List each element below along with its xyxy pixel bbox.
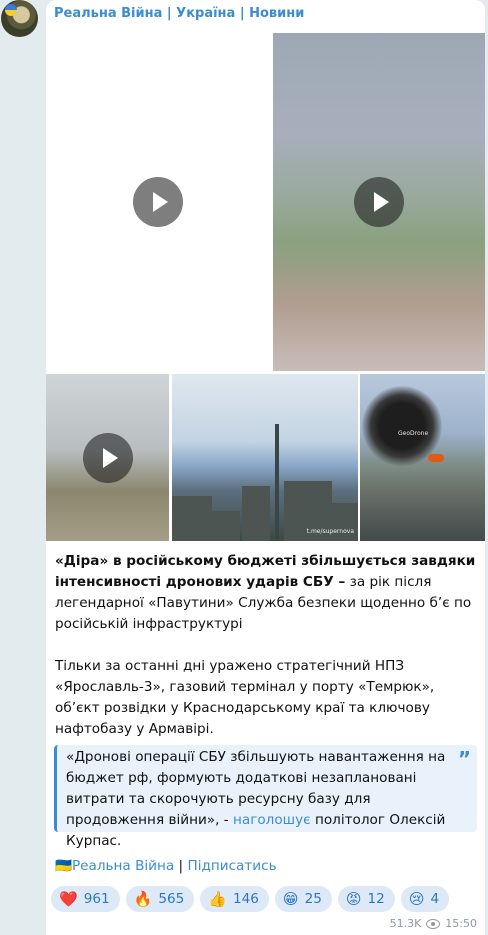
reaction-count: 12 (367, 891, 385, 907)
building-shape (242, 486, 270, 541)
quote-link[interactable]: наголошує (233, 812, 311, 828)
reaction-angry[interactable]: 😡 12 (337, 886, 395, 912)
reaction-cry[interactable]: 😢 4 (400, 886, 450, 912)
building-shape (210, 511, 240, 541)
reaction-fire[interactable]: 🔥 565 (125, 886, 195, 912)
post-footer: 🇺🇦Реальна Війна | Підписатись (55, 858, 277, 874)
reaction-heart[interactable]: ❤️ 961 (51, 886, 120, 912)
video-thumbnail-2[interactable] (273, 33, 485, 371)
eye-icon (426, 918, 441, 929)
ukraine-flag-icon: 🇺🇦 (55, 858, 72, 874)
post-paragraph-2: Тільки за останні дні уражено стратегічн… (55, 658, 435, 737)
watermark: GeoDrone (398, 430, 429, 437)
building-shape (172, 496, 212, 541)
reaction-grin[interactable]: 😁 25 (274, 886, 332, 912)
spire-shape (275, 424, 279, 539)
heart-icon: ❤️ (59, 890, 78, 908)
reaction-count: 565 (158, 891, 185, 907)
video-thumbnail-1[interactable] (46, 33, 270, 371)
video-thumbnail-3[interactable] (46, 374, 169, 541)
thumbs-up-icon: 👍 (208, 890, 227, 908)
reaction-count: 25 (304, 891, 322, 907)
building-shape (330, 503, 358, 541)
reactions-bar: ❤️ 961 🔥 565 👍 146 😁 25 😡 12 😢 4 (51, 886, 450, 914)
post-paragraph-1: «Діра» в російському бюджеті збільшуєтьс… (55, 551, 479, 635)
reaction-count: 4 (430, 891, 440, 907)
grin-icon: 😁 (282, 890, 299, 908)
subscribe-link[interactable]: Підписатись (187, 858, 276, 874)
channel-avatar[interactable] (1, 0, 38, 37)
play-icon[interactable] (82, 432, 133, 483)
angry-face-icon: 😡 (345, 890, 362, 908)
play-icon[interactable] (133, 177, 183, 227)
message-meta: 51.3K 15:50 (390, 917, 477, 930)
quote-text: «Дронові операції СБУ збільшують наванта… (66, 747, 461, 852)
quote-block: «Дронові операції СБУ збільшують наванта… (54, 745, 477, 849)
quote-icon: ” (457, 747, 471, 771)
channel-link[interactable]: Реальна Війна (72, 858, 174, 874)
watermark: t.me/supernova (306, 528, 354, 535)
fire-shape (428, 454, 444, 462)
photo-city-skyline[interactable]: t.me/supernova (172, 374, 358, 541)
channel-name[interactable]: Реальна Війна | Україна | Новини (54, 6, 304, 21)
reaction-count: 146 (232, 891, 259, 907)
footer-separator: | (174, 858, 188, 874)
crying-face-icon: 😢 (408, 890, 425, 908)
message-bubble: Реальна Війна | Україна | Новини t.me/su… (46, 0, 485, 935)
photo-smoke-plume[interactable]: GeoDrone (360, 374, 485, 541)
reaction-count: 961 (83, 891, 110, 907)
reaction-thumbs-up[interactable]: 👍 146 (200, 886, 269, 912)
play-icon[interactable] (354, 177, 404, 227)
flag-icon (5, 4, 17, 16)
fire-icon: 🔥 (133, 890, 153, 908)
message-time: 15:50 (445, 917, 477, 930)
view-count: 51.3K (389, 917, 422, 930)
